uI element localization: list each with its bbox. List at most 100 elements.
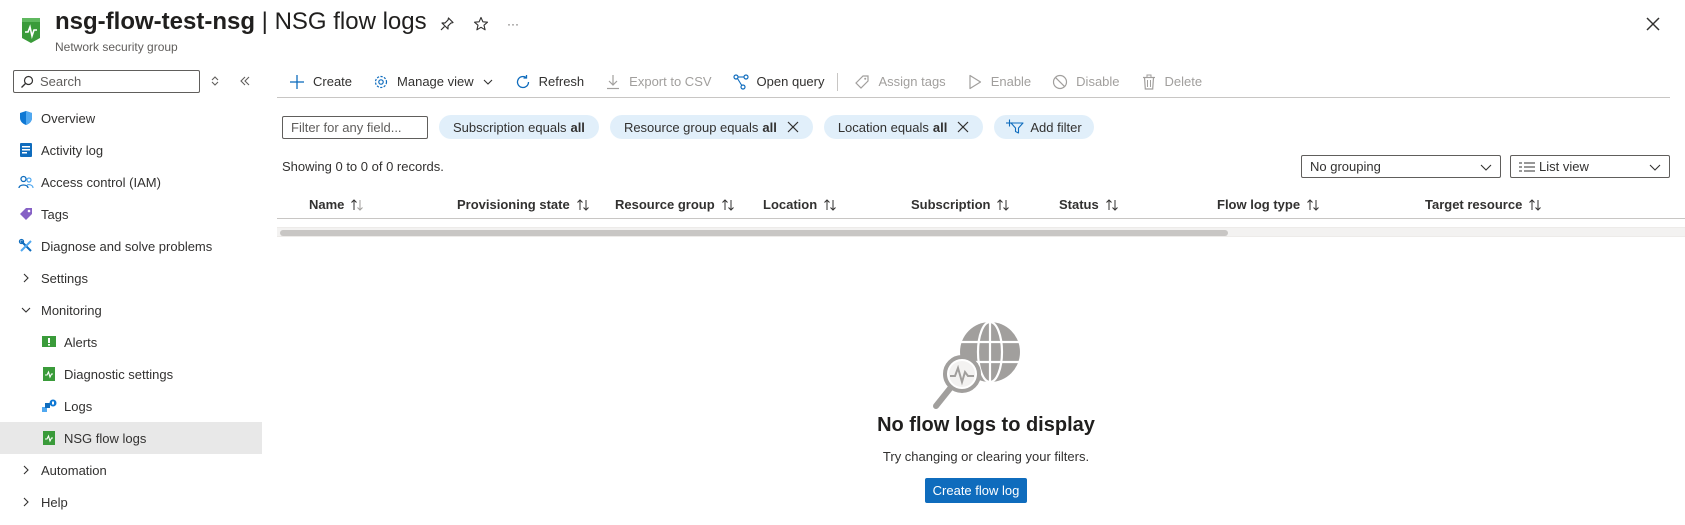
resource-group-filter-pill[interactable]: Resource group equals all: [609, 115, 813, 139]
globe-search-illustration: [933, 320, 1020, 409]
tag-icon: [20, 208, 32, 220]
manage-view-button[interactable]: Manage view: [361, 66, 503, 98]
sort-menu-button[interactable]: [206, 72, 224, 90]
subscription-filter-pill[interactable]: Subscription equals all: [439, 115, 599, 139]
empty-state-subtitle: Try changing or clearing your filters.: [882, 449, 1090, 464]
sidebar-group-help[interactable]: Help: [0, 486, 262, 518]
grid-body: [277, 220, 1685, 228]
filter-input[interactable]: [282, 115, 428, 139]
page-title: nsg-flow-test-nsg | NSG flow logs: [55, 8, 427, 36]
empty-state-title: No flow logs to display: [877, 414, 1095, 436]
refresh-button[interactable]: Refresh: [503, 66, 594, 98]
create-button[interactable]: Create: [277, 66, 361, 98]
add-filter-button[interactable]: Add filter: [994, 115, 1094, 139]
pill-label: Resource group equals: [623, 119, 759, 135]
sidebar-item-diagnose[interactable]: Diagnose and solve problems: [0, 230, 262, 262]
sidebar-group-monitoring[interactable]: Monitoring: [0, 294, 262, 326]
page-name: NSG flow logs: [274, 8, 427, 35]
sidebar-item-label: Access control (IAM): [41, 174, 161, 190]
plus-icon: [290, 74, 304, 89]
collapse-menu-button[interactable]: [236, 72, 254, 90]
column-header-provisioning-state[interactable]: Provisioning state: [457, 197, 590, 212]
sidebar-group-settings[interactable]: Settings: [0, 262, 262, 294]
column-header-name[interactable]: Name: [309, 197, 364, 212]
list-view-icon: [1519, 162, 1535, 171]
sidebar-item-label: Tags: [41, 206, 69, 222]
column-header-location[interactable]: Location: [763, 197, 837, 212]
sidebar-item-label: Activity log: [41, 142, 104, 158]
tag-outline-icon: [855, 74, 870, 89]
query-icon: [732, 73, 749, 90]
pill-value: all: [932, 119, 948, 135]
enable-button[interactable]: Enable: [955, 66, 1040, 98]
sidebar-item-access-control[interactable]: Access control (IAM): [0, 166, 262, 198]
trash-icon: [1142, 74, 1155, 90]
resource-menu: Overview Activity log Access control (IA…: [0, 62, 262, 525]
alert-icon: [42, 336, 56, 347]
star-icon: [473, 16, 489, 31]
column-header-target-resource[interactable]: Target resource: [1425, 197, 1542, 212]
records-count: Showing 0 to 0 of 0 records.: [282, 159, 444, 174]
nsg-resource-icon: [22, 18, 40, 43]
assign-tags-button[interactable]: Assign tags: [842, 66, 954, 98]
gear-icon: [374, 75, 388, 88]
create-flow-log-button[interactable]: Create flow log: [925, 478, 1027, 503]
more-button[interactable]: ···: [503, 14, 523, 34]
column-header-subscription[interactable]: Subscription: [911, 197, 1010, 212]
page-header: nsg-flow-test-nsg | NSG flow logs Networ…: [0, 0, 1685, 62]
menu-search-input[interactable]: [40, 74, 190, 89]
download-icon: [607, 74, 620, 89]
sort-icon: [721, 198, 734, 211]
sidebar-item-label: Diagnostic settings: [64, 366, 174, 382]
export-csv-button[interactable]: Export to CSV: [593, 66, 720, 98]
sidebar-item-alerts[interactable]: Alerts: [0, 326, 262, 358]
disable-button[interactable]: Disable: [1040, 66, 1128, 98]
chevron-right-icon: [23, 273, 29, 283]
disable-label: Disable: [1076, 74, 1120, 89]
scrollbar-thumb[interactable]: [280, 230, 1228, 236]
column-header-resource-group[interactable]: Resource group: [615, 197, 735, 212]
horizontal-scrollbar[interactable]: [277, 228, 1685, 237]
title-separator: |: [261, 8, 268, 35]
sidebar-item-tags[interactable]: Tags: [0, 198, 262, 230]
column-label: Name: [309, 197, 345, 212]
view-value: List view: [1539, 159, 1589, 174]
grouping-value: No grouping: [1310, 159, 1381, 174]
search-icon: [21, 75, 34, 88]
open-query-button[interactable]: Open query: [721, 66, 834, 98]
grid-header: Name Provisioning state Resource group L…: [277, 191, 1685, 219]
column-label: Location: [763, 197, 818, 212]
sidebar-item-diagnostic-settings[interactable]: Diagnostic settings: [0, 358, 262, 390]
menu-search[interactable]: [13, 70, 200, 93]
create-label: Create: [313, 74, 353, 89]
sidebar-item-logs[interactable]: Logs: [0, 390, 262, 422]
sidebar-item-nsg-flow-logs[interactable]: NSG flow logs: [0, 422, 262, 454]
sidebar-group-automation[interactable]: Automation: [0, 454, 262, 486]
sidebar-item-label: Alerts: [64, 334, 98, 350]
delete-button[interactable]: Delete: [1129, 66, 1212, 98]
location-filter-pill[interactable]: Location equals all: [823, 115, 984, 139]
play-icon: [969, 74, 981, 89]
resource-type: Network security group: [55, 40, 178, 54]
menu-list: Overview Activity log Access control (IA…: [0, 102, 262, 518]
column-header-flow-log-type[interactable]: Flow log type: [1217, 197, 1320, 212]
diagnostic-settings-icon: [43, 367, 55, 381]
activity-log-icon: [20, 143, 32, 157]
view-dropdown[interactable]: List view: [1510, 155, 1670, 178]
column-label: Subscription: [911, 197, 991, 212]
chevron-down-icon: [483, 79, 493, 85]
favorite-button[interactable]: [471, 14, 491, 34]
pin-button[interactable]: [437, 14, 457, 34]
remove-filter-button[interactable]: [957, 121, 969, 133]
sort-icon: [997, 198, 1010, 211]
remove-filter-button[interactable]: [787, 121, 799, 133]
sidebar-item-overview[interactable]: Overview: [0, 102, 262, 134]
close-icon[interactable]: [1641, 12, 1665, 36]
updown-icon: [211, 76, 219, 86]
sidebar-item-activity-log[interactable]: Activity log: [0, 134, 262, 166]
column-header-status[interactable]: Status: [1059, 197, 1119, 212]
grouping-dropdown[interactable]: No grouping: [1301, 155, 1501, 178]
sidebar-item-label: Monitoring: [41, 302, 102, 318]
column-label: Flow log type: [1217, 197, 1301, 212]
assign-tags-label: Assign tags: [878, 74, 946, 89]
